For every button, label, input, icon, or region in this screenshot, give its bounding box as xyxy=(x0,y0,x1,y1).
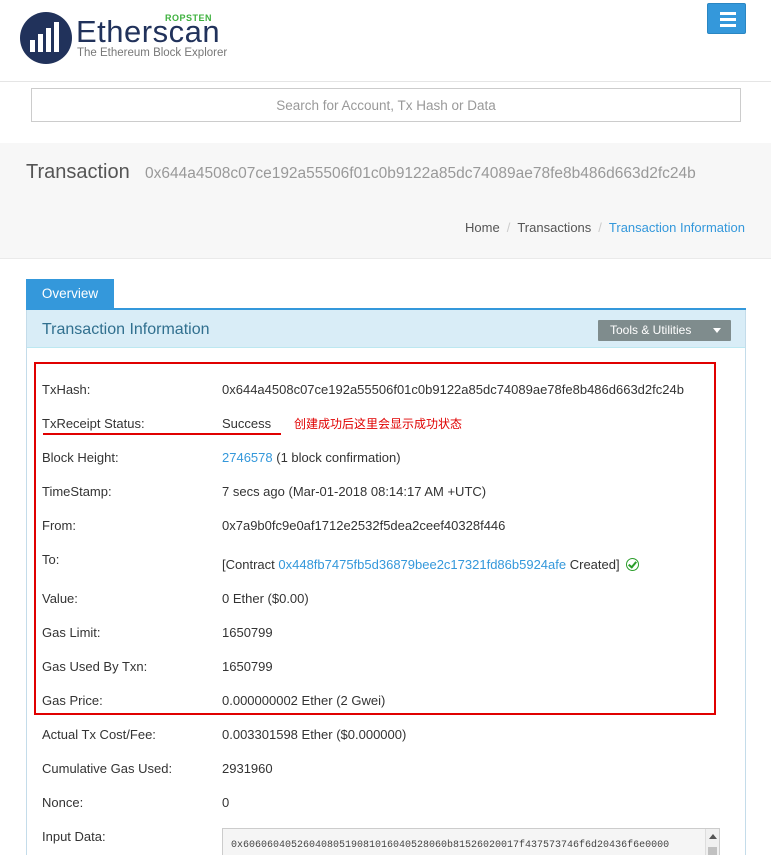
menu-toggle-button[interactable] xyxy=(707,3,746,34)
tx-cost-label: Actual Tx Cost/Fee: xyxy=(42,727,156,742)
breadcrumb-home[interactable]: Home xyxy=(465,220,500,235)
page-hash: 0x644a4508c07ce192a55506f01c0b9122a85dc7… xyxy=(145,165,696,182)
panel-header: Transaction Information Tools & Utilitie… xyxy=(27,310,745,348)
annotation-underline xyxy=(43,433,281,435)
nonce-label: Nonce: xyxy=(42,795,84,810)
tx-cost-value: 0.003301598 Ether ($0.000000) xyxy=(222,727,407,742)
search-input[interactable] xyxy=(32,89,740,121)
breadcrumb-current: Transaction Information xyxy=(608,220,745,235)
panel-title: Transaction Information xyxy=(42,321,210,338)
etherscan-logo-icon[interactable] xyxy=(20,12,72,64)
annotation-note: 创建成功后这里会显示成功状态 xyxy=(294,417,463,431)
network-badge: ROPSTEN xyxy=(165,13,213,23)
nonce-value: 0 xyxy=(222,795,230,810)
cumulative-gas-label: Cumulative Gas Used: xyxy=(42,761,173,776)
input-data-scrollbar[interactable] xyxy=(705,829,719,855)
breadcrumb: Home / Transactions / Transaction Informatio… xyxy=(465,220,745,235)
tools-utilities-button[interactable]: Tools & Utilities xyxy=(598,320,731,341)
tools-utilities-label: Tools & Utilities xyxy=(610,323,692,337)
page-title-band: Transaction 0x644a4508c07ce192a55506f01c… xyxy=(0,143,771,259)
scroll-up-arrow-icon[interactable] xyxy=(709,834,717,839)
caret-down-icon xyxy=(713,328,721,333)
page-title: Transaction xyxy=(26,161,130,183)
breadcrumb-separator: / xyxy=(506,220,511,235)
breadcrumb-separator: / xyxy=(598,220,602,235)
detail-row-cumulative-gas: Cumulative Gas Used: 2931960 xyxy=(0,761,771,781)
cumulative-gas-value: 2931960 xyxy=(222,761,273,776)
hamburger-icon xyxy=(720,12,736,15)
logo-tagline: The Ethereum Block Explorer xyxy=(77,47,228,59)
detail-row-nonce: Nonce: 0 xyxy=(0,795,771,815)
breadcrumb-transactions[interactable]: Transactions xyxy=(517,220,591,235)
detail-row-tx-cost: Actual Tx Cost/Fee: 0.003301598 Ether ($… xyxy=(0,727,771,747)
input-data-textarea[interactable]: 0x6060604052604080519081016040528060b815… xyxy=(222,828,720,855)
scrollbar-thumb[interactable] xyxy=(708,847,717,855)
input-data-label: Input Data: xyxy=(42,829,106,844)
input-data-value: 0x6060604052604080519081016040528060b815… xyxy=(231,840,670,851)
site-header: Etherscan ROPSTEN The Ethereum Block Exp… xyxy=(0,0,771,82)
tab-overview[interactable]: Overview xyxy=(26,279,114,309)
search-box xyxy=(31,88,741,122)
